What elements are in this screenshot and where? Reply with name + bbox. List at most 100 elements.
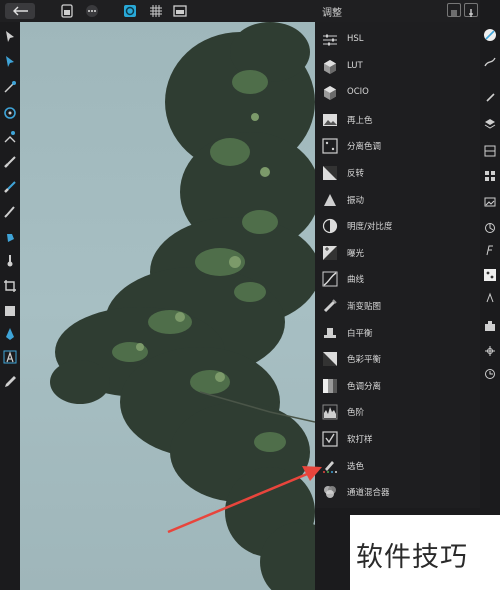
soft-proof-icon	[322, 431, 338, 447]
adjustment-label: HSL	[347, 34, 364, 44]
photo-persona-icon[interactable]	[123, 4, 137, 18]
sliders-icon	[323, 34, 337, 46]
adjustment-item-lut[interactable]: LUT	[315, 54, 480, 81]
watermark-text: 软件技巧	[356, 542, 468, 573]
adjustment-label: 反转	[347, 168, 365, 179]
adjustment-item-invert[interactable]: 反转	[315, 160, 480, 187]
tree-photo-image	[50, 22, 315, 590]
adjustment-label: 分离色调	[347, 142, 382, 153]
move-tool-icon[interactable]	[3, 30, 17, 44]
adjustment-label: 振动	[347, 195, 365, 206]
adjustment-label: 通道混合器	[347, 488, 390, 499]
list-icon	[451, 10, 457, 16]
pin-icon	[469, 9, 473, 17]
adjustment-item-levels[interactable]: 色阶	[315, 399, 480, 426]
half-circle-icon	[322, 219, 338, 234]
crop-tool-icon[interactable]	[3, 279, 17, 293]
fx-icon[interactable]	[484, 244, 496, 256]
paint-brush-icon[interactable]	[3, 155, 17, 169]
dodge-tool-icon[interactable]	[3, 254, 17, 268]
adjustment-label: OCIO	[347, 87, 369, 98]
adjustment-label: 再上色	[347, 115, 373, 126]
brush-icon[interactable]	[484, 92, 496, 104]
triangle-icon	[324, 193, 336, 206]
crop-brush-icon[interactable]	[3, 80, 17, 94]
adjustment-label: 选色	[347, 461, 365, 472]
adjustment-item-exposure[interactable]: 曝光	[315, 240, 480, 267]
erase-brush-icon[interactable]	[3, 205, 17, 219]
layers-studio-icon[interactable]	[484, 118, 496, 130]
flood-select-icon[interactable]	[3, 130, 17, 144]
history-icon[interactable]	[484, 368, 496, 380]
watermark: 软件技巧	[350, 515, 500, 590]
panel-title: 调整	[322, 8, 342, 19]
fill-tool-icon[interactable]	[3, 230, 17, 244]
adjustment-item-recolor[interactable]: 再上色	[315, 107, 480, 134]
color-picker-icon[interactable]	[3, 374, 17, 388]
document-icon[interactable]	[60, 4, 74, 18]
color-replace-icon[interactable]	[3, 180, 17, 194]
curves-icon	[322, 271, 338, 287]
left-tools-panel	[0, 22, 20, 590]
adjustment-item-ocio[interactable]: OCIO	[315, 80, 480, 107]
invert-icon	[323, 165, 337, 180]
adjustment-item-brightness-contrast[interactable]: 明度/对比度	[315, 213, 480, 240]
panel-header: 调整	[315, 0, 480, 22]
split-tone-icon	[322, 138, 338, 154]
brushes-studio-icon[interactable]	[484, 56, 496, 68]
cube-icon	[324, 59, 336, 74]
snapping-icon[interactable]	[484, 345, 496, 357]
back-button[interactable]	[5, 3, 35, 19]
adjustment-label: 色彩平衡	[347, 355, 382, 366]
studio-panel-strip	[480, 0, 500, 590]
adjustment-item-selective-color[interactable]: 选色	[315, 453, 480, 480]
adjustment-item-curves[interactable]: 曲线	[315, 266, 480, 293]
adjustment-item-vibrance[interactable]: 振动	[315, 187, 480, 214]
list-view-button[interactable]	[447, 3, 461, 17]
exposure-icon	[323, 245, 337, 260]
adjustment-item-color-balance[interactable]: 色彩平衡	[315, 346, 480, 373]
canvas-image[interactable]	[20, 22, 315, 590]
adjustment-item-gradient-map[interactable]: 渐变贴图	[315, 293, 480, 320]
back-arrow-icon	[13, 6, 28, 16]
color-studio-icon[interactable]	[483, 28, 497, 42]
posterize-icon	[323, 378, 337, 393]
transform-icon[interactable]	[484, 222, 496, 234]
adjustment-label: LUT	[347, 60, 363, 71]
navigator-icon[interactable]	[484, 196, 496, 208]
adjustment-item-posterize[interactable]: 色调分离	[315, 373, 480, 400]
adjustment-item-white-balance[interactable]: 白平衡	[315, 320, 480, 347]
adjustment-item-hsl[interactable]: HSL	[315, 27, 480, 54]
stock-icon[interactable]	[484, 320, 496, 332]
adjustment-item-split-toning[interactable]: 分离色调	[315, 133, 480, 160]
pen-tool-icon[interactable]	[3, 327, 17, 341]
color-balance-icon	[323, 352, 337, 367]
develop-persona-icon[interactable]	[173, 4, 187, 18]
adjustment-label: 色阶	[347, 408, 365, 419]
more-options-icon[interactable]	[85, 4, 99, 18]
rectangle-tool-icon[interactable]	[3, 304, 17, 318]
cube-icon	[324, 86, 336, 101]
view-tool-icon[interactable]	[3, 55, 17, 69]
adjustment-label: 渐变贴图	[347, 301, 382, 312]
channels-icon[interactable]	[484, 145, 496, 157]
adjustment-label: 色调分离	[347, 381, 382, 392]
adjustments-list: HSL LUT OCIO 再上色 分离色调 反转 振动 明度/对比度 曝光 曲线…	[315, 27, 480, 506]
recolor-icon	[323, 113, 337, 126]
text-tool-icon[interactable]	[3, 350, 17, 364]
adjustment-item-soft-proof[interactable]: 软打样	[315, 426, 480, 453]
selective-color-icon	[323, 460, 337, 473]
top-toolbar	[0, 0, 315, 22]
text-styles-icon[interactable]	[484, 292, 496, 304]
liquify-persona-icon[interactable]	[149, 4, 163, 18]
swatches-grid-icon[interactable]	[484, 170, 496, 182]
adjustment-label: 明度/对比度	[347, 222, 393, 233]
channel-mixer-icon	[324, 486, 336, 499]
selection-brush-icon[interactable]	[3, 106, 17, 120]
adjustment-item-channel-mixer[interactable]: 通道混合器	[315, 479, 480, 506]
adjustments-studio-icon[interactable]	[483, 268, 497, 282]
gradient-map-icon	[323, 299, 337, 312]
pin-button[interactable]	[464, 3, 478, 17]
adjustment-label: 曝光	[347, 248, 365, 259]
adjustment-label: 曲线	[347, 275, 365, 286]
